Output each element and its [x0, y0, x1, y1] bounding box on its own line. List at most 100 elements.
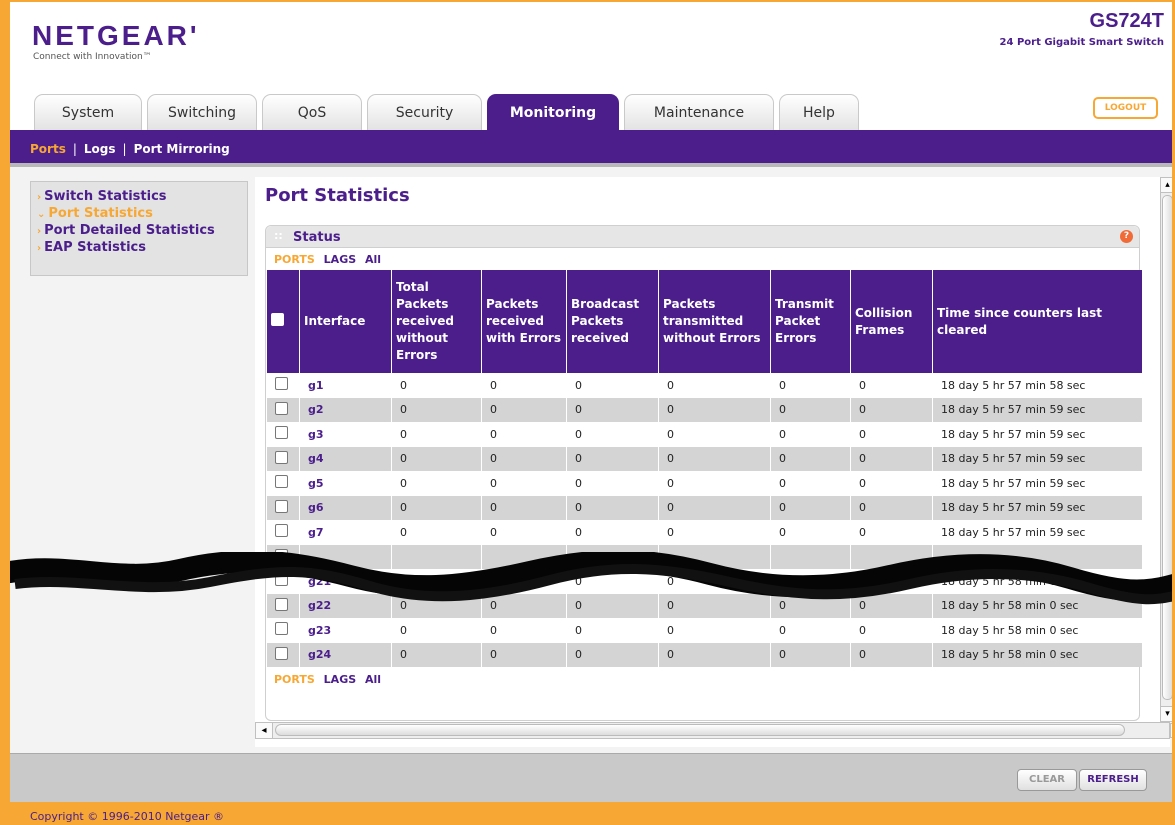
- interface-cell[interactable]: g5: [299, 471, 392, 496]
- filter-lags[interactable]: LAGS: [324, 253, 356, 266]
- broadcast-cell: 0: [566, 520, 659, 545]
- tx-ok-cell: 0: [658, 569, 771, 594]
- filter-lags[interactable]: LAGS: [324, 673, 356, 686]
- tx-ok-cell: 0: [658, 618, 771, 643]
- broadcast-cell: 0: [566, 422, 659, 447]
- tab-monitoring[interactable]: Monitoring: [487, 94, 619, 130]
- row-checkbox[interactable]: [275, 524, 288, 538]
- row-checkbox[interactable]: [275, 548, 288, 562]
- table-row: g21 0 0 0 0 0 0 18 day 5 hr 58 min 0 sec: [266, 569, 1142, 594]
- time-since-cleared-cell: 18 day 5 hr 57 min 59 sec: [932, 471, 1142, 496]
- col-rx-errors: Packets received with Errors: [481, 270, 567, 373]
- interface-cell[interactable]: g4: [299, 446, 392, 471]
- rx-errors-cell: 0: [481, 593, 567, 618]
- select-all-cell: [266, 270, 300, 373]
- collisions-cell: 0: [850, 618, 933, 643]
- row-checkbox[interactable]: [275, 499, 288, 513]
- row-checkbox[interactable]: [275, 401, 288, 415]
- sidebar-item-label: EAP Statistics: [44, 240, 146, 255]
- tab-qos[interactable]: QoS: [262, 94, 362, 130]
- collisions-cell: 0: [850, 471, 933, 496]
- time-since-cleared-cell: 18 day 5 hr 57 min 59 sec: [932, 495, 1142, 520]
- tx-errors-cell: 0: [770, 642, 851, 667]
- tab-security[interactable]: Security: [367, 94, 482, 130]
- filter-ports[interactable]: PORTS: [274, 673, 315, 686]
- tab-switching[interactable]: Switching: [147, 94, 257, 130]
- button-bar: CLEAR REFRESH: [10, 753, 1172, 802]
- subnav-ports[interactable]: Ports: [30, 142, 66, 156]
- rx-ok-cell: 0: [391, 642, 482, 667]
- rx-ok-cell: 0: [391, 422, 482, 447]
- broadcast-cell: 0: [566, 471, 659, 496]
- tab-system[interactable]: System: [34, 94, 142, 130]
- interface-cell[interactable]: g24: [299, 642, 392, 667]
- interface-cell[interactable]: g23: [299, 618, 392, 643]
- status-panel: :: Status ? PORTS LAGS All Interface Tot…: [265, 225, 1142, 721]
- sidebar-item-port-detailed-statistics[interactable]: › Port Detailed Statistics: [37, 222, 247, 239]
- rx-ok-cell: 0: [391, 495, 482, 520]
- sidebar-item-switch-statistics[interactable]: › Switch Statistics: [37, 188, 247, 205]
- time-since-cleared-cell: 18 day 5 hr 58 min 0 sec: [932, 569, 1142, 594]
- row-checkbox[interactable]: [275, 450, 288, 464]
- broadcast-cell: [566, 544, 659, 569]
- row-checkbox[interactable]: [275, 475, 288, 489]
- arrow-right-icon[interactable]: ▸: [1170, 723, 1172, 738]
- rx-errors-cell: 0: [481, 471, 567, 496]
- tab-help[interactable]: Help: [779, 94, 859, 130]
- col-rx-ok: Total Packets received without Errors: [391, 270, 482, 373]
- arrow-down-icon[interactable]: ▾: [1161, 706, 1172, 721]
- select-all-checkbox[interactable]: [271, 312, 284, 326]
- vertical-scroll-thumb[interactable]: [1162, 195, 1172, 700]
- filter-ports[interactable]: PORTS: [274, 253, 315, 266]
- filter-bar-bottom: PORTS LAGS All: [266, 667, 1139, 689]
- interface-cell[interactable]: g21: [299, 569, 392, 594]
- interface-cell[interactable]: g7: [299, 520, 392, 545]
- collisions-cell: 0: [850, 569, 933, 594]
- sub-navigation: Ports | Logs | Port Mirroring: [10, 130, 1172, 163]
- logout-button[interactable]: LOGOUT: [1093, 97, 1158, 119]
- table-row: g2 0 0 0 0 0 0 18 day 5 hr 57 min 59 sec: [266, 397, 1142, 422]
- sidebar-item-port-statistics[interactable]: ⌄ Port Statistics: [37, 205, 247, 222]
- arrow-up-icon[interactable]: ▴: [1161, 178, 1172, 193]
- interface-cell[interactable]: g6: [299, 495, 392, 520]
- interface-cell[interactable]: g1: [299, 373, 392, 398]
- row-checkbox[interactable]: [275, 597, 288, 611]
- interface-cell[interactable]: g3: [299, 422, 392, 447]
- refresh-button[interactable]: REFRESH: [1079, 769, 1147, 791]
- horizontal-scroll-thumb[interactable]: [275, 724, 1125, 736]
- row-checkbox[interactable]: [275, 646, 288, 660]
- row-select-cell: [266, 642, 300, 667]
- row-checkbox[interactable]: [275, 426, 288, 440]
- collisions-cell: 0: [850, 397, 933, 422]
- rx-ok-cell: 0: [391, 471, 482, 496]
- sidebar-item-eap-statistics[interactable]: › EAP Statistics: [37, 239, 247, 256]
- row-select-cell: [266, 618, 300, 643]
- collisions-cell: 0: [850, 495, 933, 520]
- collisions-cell: 0: [850, 446, 933, 471]
- rx-ok-cell: 0: [391, 569, 482, 594]
- interface-cell[interactable]: g22: [299, 593, 392, 618]
- panel-title: Status: [293, 230, 341, 245]
- tab-maintenance[interactable]: Maintenance: [624, 94, 774, 130]
- subnav-logs[interactable]: Logs: [84, 142, 116, 156]
- horizontal-scrollbar[interactable]: ◂ ▸: [255, 722, 1172, 739]
- tx-errors-cell: 0: [770, 593, 851, 618]
- rx-errors-cell: 0: [481, 446, 567, 471]
- interface-cell[interactable]: [299, 544, 392, 569]
- subnav-port-mirroring[interactable]: Port Mirroring: [134, 142, 230, 156]
- broadcast-cell: 0: [566, 569, 659, 594]
- vertical-scrollbar[interactable]: ▴ ▾: [1160, 177, 1172, 722]
- tx-ok-cell: 0: [658, 373, 771, 398]
- arrow-left-icon[interactable]: ◂: [256, 723, 273, 738]
- clear-button[interactable]: CLEAR: [1017, 769, 1077, 791]
- row-checkbox[interactable]: [275, 573, 288, 587]
- row-checkbox[interactable]: [275, 377, 288, 391]
- help-icon[interactable]: ?: [1120, 230, 1133, 243]
- row-checkbox[interactable]: [275, 622, 288, 636]
- col-interface[interactable]: Interface: [299, 270, 392, 373]
- table-row: g22 0 0 0 0 0 0 18 day 5 hr 58 min 0 sec: [266, 593, 1142, 618]
- interface-cell[interactable]: g2: [299, 397, 392, 422]
- filter-all[interactable]: All: [365, 253, 381, 266]
- filter-all[interactable]: All: [365, 673, 381, 686]
- col-tx-errors: Transmit Packet Errors: [770, 270, 851, 373]
